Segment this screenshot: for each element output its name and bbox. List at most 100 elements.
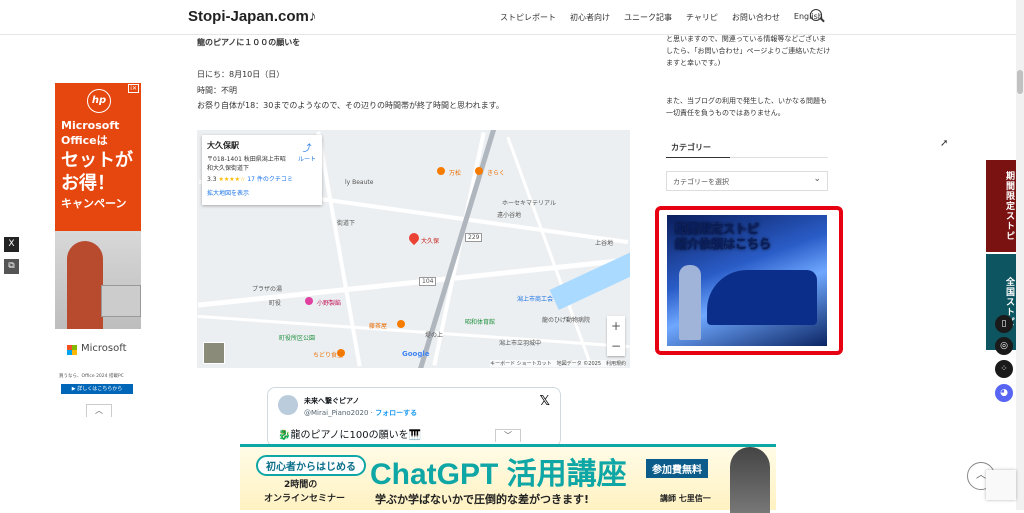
laptop-icon — [101, 285, 141, 317]
map-label: ちどり食堂 — [313, 352, 344, 359]
nav-item-beginner[interactable]: 初心者向け — [570, 12, 610, 23]
ad-line-5: キャンペーン — [61, 197, 127, 210]
x-logo-icon[interactable]: 𝕏 — [540, 394, 550, 409]
ad-choices-icon[interactable]: i✕ — [128, 84, 139, 93]
ad-line-1: Microsoft — [61, 119, 120, 132]
route-button[interactable]: ⤴ ルート — [298, 141, 316, 163]
map-label: 潟上市商工会 — [517, 296, 554, 303]
map-zoom-control: + − — [607, 316, 625, 356]
map-pin-icon[interactable] — [406, 230, 422, 246]
satellite-toggle[interactable] — [203, 342, 225, 364]
route-label: ルート — [297, 156, 316, 163]
ad-line-4: お得！ — [61, 173, 115, 194]
map-label: 小野製餡 — [317, 300, 342, 307]
mouse-cursor-icon: ➚ — [940, 138, 949, 149]
hp-logo-icon: hp — [87, 89, 111, 113]
category-heading: カテゴリー — [671, 143, 711, 152]
follow-link[interactable]: フォローする — [375, 409, 417, 417]
map-place-card: 大久保駅 〒018-1401 秋田県潟上市昭和大久保街道下 ⤴ ルート 3.3 … — [202, 135, 322, 205]
map-label: 大久保 — [421, 238, 440, 245]
left-ad[interactable]: i✕ hp Microsoft Officeは セットが お得！ キャンペーン … — [55, 83, 141, 398]
ad-fineprint: 買うなら、Office 2024 搭載PC — [59, 374, 124, 379]
site-logo[interactable]: Stopi-Japan.com♪ — [188, 8, 316, 25]
nav-item-report[interactable]: ストピレポート — [500, 12, 556, 23]
article-heading: 龍のピアノに１００の願いを — [197, 38, 301, 47]
bottom-ad-banner[interactable]: 初心者からはじめる 2時間の オンラインセミナー ChatGPT 活用講座 参加… — [240, 444, 776, 513]
map-label: 町役 — [269, 300, 282, 307]
ad-fee-badge: 参加費無料 — [646, 459, 708, 478]
tweet-author-name[interactable]: 未来へ繋ぐピアノ — [304, 396, 359, 406]
map-label: きらく — [487, 170, 506, 177]
book-icon[interactable]: ▯ — [995, 315, 1013, 333]
map-label: プラザの湯 — [252, 286, 283, 293]
chevron-down-icon[interactable]: ﹀ — [495, 429, 521, 442]
avatar[interactable] — [278, 395, 298, 415]
rating-stars: ★★★★☆ — [218, 176, 246, 183]
restaurant-icon[interactable] — [397, 320, 405, 328]
search-icon[interactable] — [810, 9, 822, 21]
piano-illustration — [707, 270, 817, 325]
reviews-link[interactable]: 17 件のクチコミ — [247, 176, 293, 183]
tweet-handle-text: @Mirai_Piano2020 · — [304, 409, 373, 417]
nav-item-unique[interactable]: ユニーク記事 — [624, 12, 672, 23]
ad-brand-area: Microsoft 買うなら、Office 2024 搭載PC ▶ 詳しくはこち… — [55, 329, 141, 398]
sidebar-disclaimer: また、当ブログの利用で発生した、いかなる問題も一切責任を負うものではありません。 — [666, 97, 827, 117]
microsoft-logo-icon — [67, 345, 77, 355]
event-time: 時間：不明 — [197, 86, 237, 95]
nav-item-charipi[interactable]: チャリピ — [686, 12, 718, 23]
map-label: 潟上市立羽城中 — [499, 340, 542, 347]
map-label: 遠小谷地 — [497, 212, 522, 219]
tab-limited-stopi[interactable]: 期間限定ストピ — [986, 160, 1016, 252]
restaurant-icon[interactable] — [437, 167, 445, 175]
category-select[interactable]: カテゴリーを選択 — [666, 169, 828, 191]
ad-title: ChatGPT 活用講座 — [370, 458, 627, 491]
chevron-up-icon[interactable]: ︿ — [86, 404, 112, 417]
promo-banner[interactable]: 期間限定ストピ 紹介依頼はこちら — [655, 206, 843, 355]
ad-lecturer: 講師 七里信一 — [660, 494, 711, 503]
ad-cta-button[interactable]: ▶ 詳しくはこちらから — [61, 384, 133, 394]
map-footer[interactable]: キーボード ショートカット 地図データ ©2025 利用規約 — [490, 360, 626, 367]
promo-line2: 紹介依頼はこちら — [675, 237, 772, 252]
map-label: 104 — [419, 277, 437, 286]
map-label: 上谷地 — [595, 240, 614, 247]
shop-icon[interactable] — [305, 297, 313, 305]
recaptcha-badge[interactable] — [986, 470, 1016, 500]
restaurant-icon[interactable] — [475, 167, 483, 175]
google-map[interactable]: 大久保駅 〒018-1401 秋田県潟上市昭和大久保街道下 ⤴ ルート 3.3 … — [197, 130, 630, 368]
ad-subtitle: 学ぶか学ばないかで圧倒的な差がつきます! — [375, 493, 590, 506]
ad-duration: 2時間の — [284, 480, 318, 490]
directions-icon: ⤴ — [302, 144, 312, 154]
scrollbar-thumb[interactable] — [1017, 70, 1023, 94]
pianist-illustration — [679, 265, 701, 340]
ad-brand: Microsoft — [81, 343, 127, 354]
tweet-author-handle: @Mirai_Piano2020 · フォローする — [304, 408, 417, 418]
nav-item-contact[interactable]: お問い合わせ — [732, 12, 780, 23]
sidebar-contact-text: と思いますので、関連っている情報等などございましたら、「お問い合わせ」ページより… — [666, 35, 831, 67]
site-header: Stopi-Japan.com♪ ストピレポート 初心者向け ユニーク記事 チャ… — [0, 0, 1024, 35]
ad-pill: 初心者からはじめる — [256, 455, 366, 476]
map-label: 藤茶屋 — [369, 323, 388, 330]
globe-icon[interactable]: ◎ — [995, 337, 1013, 355]
grid-icon[interactable]: ⁘ — [995, 360, 1013, 378]
lecturer-photo — [730, 447, 770, 513]
promo-image[interactable]: 期間限定ストピ 紹介依頼はこちら — [667, 215, 827, 346]
share-x-button[interactable]: X — [4, 237, 19, 252]
ad-online-seminar: オンラインセミナー — [264, 494, 346, 504]
map-label: 街道下 — [337, 220, 356, 227]
map-label: ホーセキマテリアル — [502, 200, 556, 207]
copy-link-icon[interactable]: ⧉ — [4, 259, 19, 274]
map-label: ly Beaute — [345, 179, 374, 186]
zoom-in-button[interactable]: + — [607, 316, 625, 336]
map-label: 昭和体育館 — [465, 319, 496, 326]
map-label: 龍のひげ動物病院 — [542, 317, 591, 324]
ad-person — [67, 241, 103, 329]
map-label: 堤の上 — [425, 332, 444, 339]
event-note: お祭り自体が18：30までのようなので、その辺りの時間帯が終了時間と思われます。 — [197, 101, 504, 110]
tab-national-stopi[interactable]: 全国ストピ — [986, 254, 1016, 350]
page-scrollbar[interactable] — [1016, 0, 1024, 510]
place-address: 〒018-1401 秋田県潟上市昭和大久保街道下 — [207, 156, 286, 172]
discord-icon[interactable]: ◕ — [995, 384, 1013, 402]
enlarge-map-link[interactable]: 拡大地図を表示 — [207, 188, 317, 197]
category-divider — [666, 157, 828, 158]
zoom-out-button[interactable]: − — [607, 336, 625, 356]
